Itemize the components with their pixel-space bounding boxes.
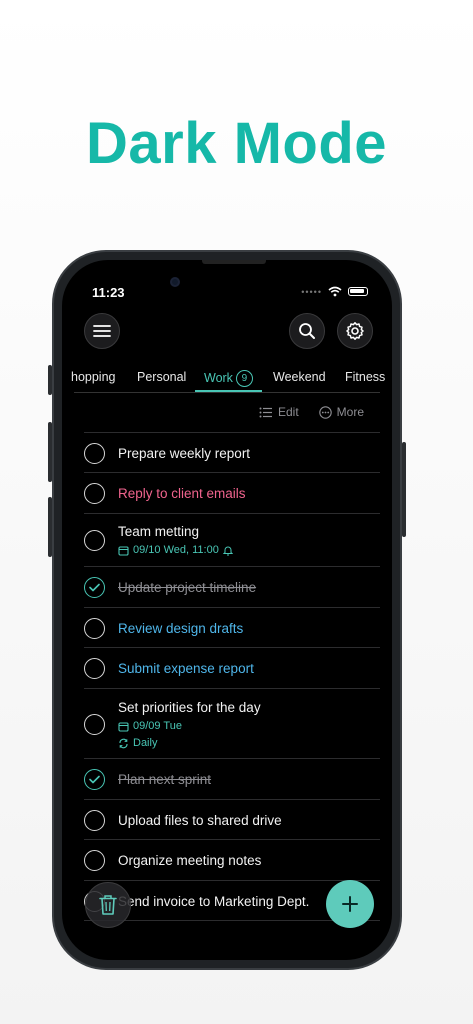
tab-weekend[interactable]: Weekend (273, 370, 326, 384)
task-title: Upload files to shared drive (118, 813, 282, 828)
task-checkbox-checked[interactable] (84, 769, 105, 790)
task-title: Plan next sprint (118, 772, 212, 787)
list-actions: Edit More (259, 405, 364, 419)
task-title: Review design drafts (118, 621, 244, 636)
task-checkbox[interactable] (84, 810, 105, 831)
task-row[interactable]: Review design drafts (84, 608, 380, 648)
edit-button[interactable]: Edit (259, 405, 299, 419)
checkmark-icon (89, 775, 100, 784)
task-title: Set priorities for the day (118, 700, 261, 715)
status-bar: 11:23 ••••• (62, 260, 392, 316)
task-row[interactable]: Upload files to shared drive (84, 800, 380, 840)
task-checkbox[interactable] (84, 850, 105, 871)
settings-button[interactable] (337, 313, 373, 349)
task-row[interactable]: Update project timeline (84, 567, 380, 608)
task-count-badge: 9 (235, 370, 253, 387)
calendar-icon (118, 545, 129, 556)
search-button[interactable] (289, 313, 325, 349)
list-edit-icon (259, 407, 272, 417)
add-task-button[interactable] (326, 880, 374, 928)
battery-icon (348, 287, 368, 296)
repeat-icon (119, 738, 128, 748)
task-checkbox[interactable] (84, 530, 105, 551)
task-title: Send invoice to Marketing Dept. (118, 894, 310, 909)
tab-work[interactable]: Work 9 (204, 370, 253, 387)
task-row[interactable]: Plan next sprint (84, 759, 380, 800)
hamburger-icon (93, 325, 111, 337)
task-title: Team metting (118, 524, 200, 539)
menu-button[interactable] (84, 313, 120, 349)
task-checkbox-checked[interactable] (84, 577, 105, 598)
task-checkbox[interactable] (84, 443, 105, 464)
task-due: 09/09 Tue (118, 720, 182, 732)
task-list: Prepare weekly report Reply to client em… (84, 433, 380, 921)
more-circle-icon (318, 405, 332, 419)
camera (170, 277, 180, 287)
page-headline: Dark Mode (85, 111, 387, 176)
task-title: Submit expense report (118, 661, 254, 676)
task-title: Reply to client emails (118, 486, 246, 501)
power-button (402, 442, 406, 537)
plus-icon (342, 896, 358, 912)
task-checkbox[interactable] (84, 714, 105, 735)
more-button[interactable]: More (318, 405, 364, 419)
volume-down-button (48, 497, 52, 557)
task-title: Update project timeline (118, 580, 257, 595)
task-title: Prepare weekly report (118, 446, 251, 461)
task-row[interactable]: Set priorities for the day 09/09 Tue Dai… (84, 689, 380, 759)
tab-shopping[interactable]: hopping (71, 370, 116, 384)
wifi-icon (328, 286, 342, 297)
gear-icon (346, 322, 364, 340)
task-due: 09/10 Wed, 11:00 (118, 544, 233, 556)
task-checkbox[interactable] (84, 658, 105, 679)
task-row[interactable]: Team metting 09/10 Wed, 11:00 (84, 514, 380, 567)
volume-up-button (48, 422, 52, 482)
calendar-icon (118, 721, 129, 732)
mute-switch (48, 365, 52, 395)
bell-icon (222, 546, 233, 555)
task-row[interactable]: Prepare weekly report (84, 433, 380, 473)
tab-divider (74, 392, 380, 393)
task-title: Organize meeting notes (118, 853, 262, 868)
status-icons: ••••• (301, 286, 368, 297)
task-row[interactable]: Reply to client emails (84, 473, 380, 514)
task-row[interactable]: Organize meeting notes (84, 840, 380, 881)
task-row[interactable]: Submit expense report (84, 648, 380, 689)
phone-frame: 11:23 ••••• hopping Personal Work 9 Week… (48, 250, 406, 970)
app-screen: 11:23 ••••• hopping Personal Work 9 Week… (62, 260, 392, 960)
signal-dots: ••••• (301, 286, 322, 297)
task-checkbox[interactable] (84, 618, 105, 639)
tab-personal[interactable]: Personal (137, 370, 186, 384)
task-repeat: Daily (118, 737, 157, 749)
delete-button[interactable] (85, 882, 131, 928)
task-checkbox[interactable] (84, 483, 105, 504)
checkmark-icon (89, 583, 100, 592)
status-time: 11:23 (92, 285, 125, 300)
search-icon (299, 323, 315, 339)
speaker (202, 260, 266, 264)
tab-fitness[interactable]: Fitness (345, 370, 385, 384)
trash-icon (99, 895, 117, 915)
